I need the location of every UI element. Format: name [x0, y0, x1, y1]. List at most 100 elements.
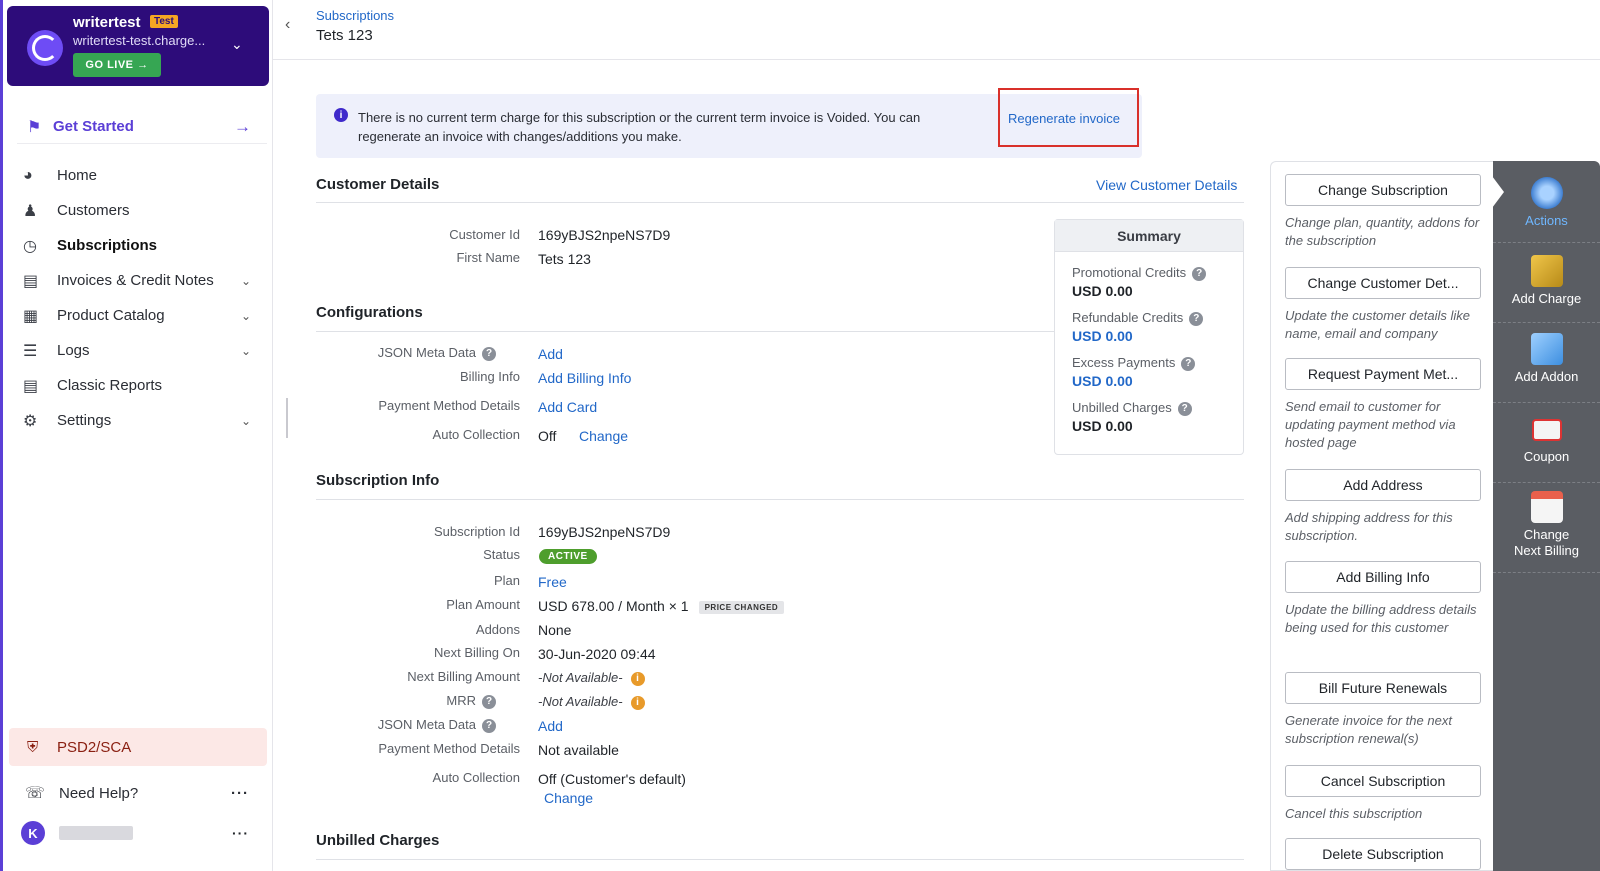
- refund-label: Refundable Credits: [1072, 310, 1184, 325]
- rail-add-addon[interactable]: Add Addon: [1493, 333, 1600, 403]
- plan-link[interactable]: Free: [538, 574, 567, 590]
- arrow-right-icon: →: [234, 116, 251, 136]
- customer-details-heading: Customer Details: [316, 176, 440, 193]
- help-icon[interactable]: ?: [1192, 266, 1207, 281]
- chevron-down-icon[interactable]: ⌄: [231, 36, 243, 53]
- config-payment-label: Payment Method Details: [378, 398, 520, 413]
- rail-change-next-billing[interactable]: Change Next Billing: [1493, 491, 1600, 573]
- chargebee-logo-icon: [27, 30, 63, 66]
- get-started-link[interactable]: ⚑ Get Started →: [17, 110, 267, 144]
- add-address-button[interactable]: Add Address: [1285, 469, 1481, 501]
- action-description: Send email to customer for updating paym…: [1285, 399, 1456, 450]
- sidebar-item-customers[interactable]: ♟ Customers: [17, 193, 267, 228]
- sidebar-item-invoices[interactable]: ▤ Invoices & Credit Notes ⌄: [17, 263, 267, 298]
- sidebar-item-subscriptions[interactable]: ◷ Subscriptions: [17, 228, 267, 263]
- more-icon[interactable]: ···: [232, 825, 249, 841]
- delete-subscription-button[interactable]: Delete Subscription: [1285, 838, 1481, 870]
- rail-label: Add Addon: [1514, 369, 1579, 384]
- report-icon: ▤: [23, 377, 39, 395]
- sub-json-label-text: JSON Meta Data: [377, 717, 476, 732]
- more-icon[interactable]: ···: [231, 785, 249, 802]
- mrr-label-text: MRR: [446, 693, 476, 708]
- help-icon[interactable]: ?: [1177, 401, 1192, 416]
- page-header: ‹ Subscriptions Tets 123: [273, 0, 1600, 60]
- plan-amount-label: Plan Amount: [446, 597, 520, 612]
- action-description: Cancel this subscription: [1285, 806, 1423, 821]
- add-billing-info-button[interactable]: Add Billing Info: [1285, 561, 1481, 593]
- sidebar-item-label: Product Catalog: [57, 307, 165, 324]
- go-live-button[interactable]: GO LIVE →: [73, 53, 161, 77]
- sidebar-item-home[interactable]: ◕ Home: [17, 158, 267, 193]
- cancel-subscription-button[interactable]: Cancel Subscription: [1285, 765, 1481, 797]
- refund-value[interactable]: USD 0.00: [1072, 328, 1203, 344]
- user-menu[interactable]: K ···: [17, 818, 267, 848]
- gauge-icon: ◕: [23, 166, 33, 184]
- divider: [316, 859, 1244, 860]
- gear-icon: ⚙: [23, 412, 38, 430]
- rail-actions[interactable]: Actions: [1493, 177, 1600, 243]
- config-auto-value: Off: [538, 428, 557, 444]
- status-badge: ACTIVE: [539, 549, 597, 564]
- summary-title: Summary: [1055, 220, 1243, 252]
- coupon-icon: [1531, 419, 1562, 441]
- resize-handle[interactable]: [286, 398, 288, 438]
- help-icon[interactable]: ?: [482, 718, 496, 733]
- add-billing-info-link[interactable]: Add Billing Info: [538, 370, 631, 386]
- change-subscription-button[interactable]: Change Subscription: [1285, 174, 1481, 206]
- users-icon: ♟: [23, 202, 38, 220]
- breadcrumb[interactable]: Subscriptions: [316, 8, 394, 23]
- sidebar-nav: ◕ Home ♟ Customers ◷ Subscriptions ▤ Inv…: [17, 158, 267, 438]
- sub-auto-change-link[interactable]: Change: [544, 790, 593, 806]
- warning-icon[interactable]: i: [630, 695, 645, 710]
- request-payment-method-button[interactable]: Request Payment Met...: [1285, 358, 1481, 390]
- warning-icon[interactable]: i: [630, 671, 645, 686]
- config-auto-label: Auto Collection: [432, 427, 520, 442]
- regenerate-invoice-link[interactable]: Regenerate invoice: [1008, 111, 1120, 126]
- sidebar-item-settings[interactable]: ⚙ Settings ⌄: [17, 403, 267, 438]
- next-billing-value: 30-Jun-2020 09:44: [538, 646, 656, 662]
- coins-icon: [1530, 255, 1563, 287]
- first-name-label: First Name: [456, 250, 520, 265]
- sub-json-add-link[interactable]: Add: [538, 718, 563, 734]
- next-billing-label: Next Billing On: [434, 645, 520, 660]
- help-icon[interactable]: ?: [482, 346, 496, 361]
- rail-add-charge[interactable]: Add Charge: [1493, 255, 1600, 323]
- status-label: Status: [483, 547, 520, 562]
- customer-id-value: 169yBJS2npeNS7D9: [538, 227, 671, 243]
- addons-label: Addons: [475, 622, 520, 637]
- promo-value: USD 0.00: [1072, 282, 1133, 299]
- sidebar-item-logs[interactable]: ☰ Logs ⌄: [17, 333, 267, 368]
- action-description: Update the customer details like name, e…: [1285, 308, 1470, 341]
- change-customer-details-button[interactable]: Change Customer Det...: [1285, 267, 1481, 299]
- rail-pointer: [1492, 176, 1504, 208]
- need-help-link[interactable]: ☏ Need Help? ···: [17, 778, 267, 808]
- unbilled-charges-summary: Unbilled Charges? USD 0.00: [1072, 400, 1192, 434]
- excess-value[interactable]: USD 0.00: [1072, 373, 1195, 389]
- view-customer-details-link[interactable]: View Customer Details: [1096, 177, 1237, 193]
- rail-coupon[interactable]: Coupon: [1493, 413, 1600, 483]
- catalog-icon: ▦: [23, 307, 39, 325]
- config-auto-change-link[interactable]: Change: [579, 428, 628, 444]
- banner-message: There is no current term charge for this…: [358, 110, 921, 144]
- help-icon[interactable]: ?: [1189, 311, 1204, 326]
- config-json-add-link[interactable]: Add: [538, 346, 563, 362]
- chevron-left-icon[interactable]: ‹: [285, 16, 290, 34]
- price-changed-badge: PRICE CHANGED: [698, 600, 785, 614]
- site-switcher[interactable]: writertest Test writertest-test.charge..…: [7, 6, 269, 86]
- next-billing-amount: -Not Available-i: [538, 670, 645, 686]
- add-card-link[interactable]: Add Card: [538, 399, 597, 415]
- subscription-id-label: Subscription Id: [434, 524, 520, 539]
- help-icon[interactable]: ?: [482, 694, 496, 709]
- site-name: writertest: [73, 14, 141, 31]
- config-json-label-text: JSON Meta Data: [377, 345, 476, 360]
- subscription-id-value: 169yBJS2npeNS7D9: [538, 524, 671, 540]
- logs-icon: ☰: [23, 342, 38, 360]
- sidebar-item-product-catalog[interactable]: ▦ Product Catalog ⌄: [17, 298, 267, 333]
- help-icon[interactable]: ?: [1181, 356, 1196, 371]
- psd2-sca-link[interactable]: ⛨ PSD2/SCA: [9, 728, 267, 766]
- rail-label: Change Next Billing: [1513, 527, 1580, 558]
- bill-future-renewals-button[interactable]: Bill Future Renewals: [1285, 672, 1481, 704]
- sidebar-item-label: Invoices & Credit Notes: [57, 272, 214, 289]
- sidebar-item-classic-reports[interactable]: ▤ Classic Reports: [17, 368, 267, 403]
- sub-payment-value: Not available: [538, 742, 619, 758]
